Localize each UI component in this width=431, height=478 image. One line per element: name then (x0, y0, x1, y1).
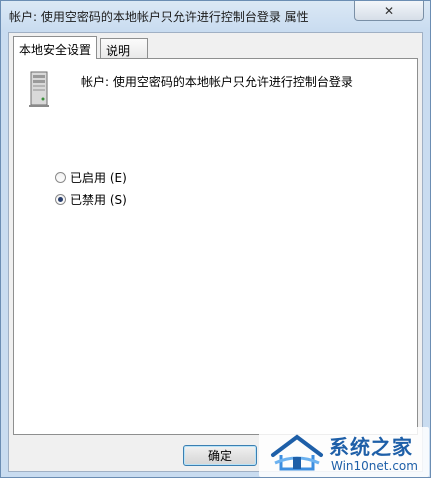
enabled-radio[interactable] (55, 172, 66, 183)
disabled-label: 已禁用 (S) (70, 193, 127, 207)
ok-button-label: 确定 (207, 449, 232, 463)
dialog-client-area: 本地安全设置 说明 帐户: 使用空密码的本地帐户只允许进行控制台登录 已启用 (… (8, 32, 423, 472)
tab-explain[interactable]: 说明 (100, 38, 148, 58)
disabled-radio[interactable] (55, 194, 66, 205)
properties-dialog: 帐户: 使用空密码的本地帐户只允许进行控制台登录 属性 ✕ 本地安全设置 说明 … (0, 0, 431, 478)
watermark-url: Win10net.com (331, 459, 418, 473)
close-icon: ✕ (383, 3, 395, 18)
tab-label: 说明 (106, 44, 131, 58)
tab-panel: 帐户: 使用空密码的本地帐户只允许进行控制台登录 已启用 (E) 已禁用 (S) (13, 58, 418, 435)
watermark-title: 系统之家 (329, 435, 413, 459)
tab-label: 本地安全设置 (19, 43, 92, 57)
watermark: 系统之家 Win10net.com (259, 427, 429, 477)
house-logo-icon (271, 434, 323, 471)
close-button[interactable]: ✕ (354, 1, 424, 21)
disabled-option[interactable]: 已禁用 (S) (55, 191, 127, 208)
ok-button[interactable]: 确定 (183, 445, 257, 466)
enabled-option[interactable]: 已启用 (E) (55, 169, 127, 186)
server-icon (29, 71, 49, 107)
policy-name: 帐户: 使用空密码的本地帐户只允许进行控制台登录 (81, 75, 353, 89)
title-bar[interactable]: 帐户: 使用空密码的本地帐户只允许进行控制台登录 属性 ✕ (1, 1, 430, 31)
tab-local-security-setting[interactable]: 本地安全设置 (13, 36, 98, 59)
enabled-label: 已启用 (E) (70, 171, 127, 185)
window-title: 帐户: 使用空密码的本地帐户只允许进行控制台登录 属性 (9, 10, 309, 24)
